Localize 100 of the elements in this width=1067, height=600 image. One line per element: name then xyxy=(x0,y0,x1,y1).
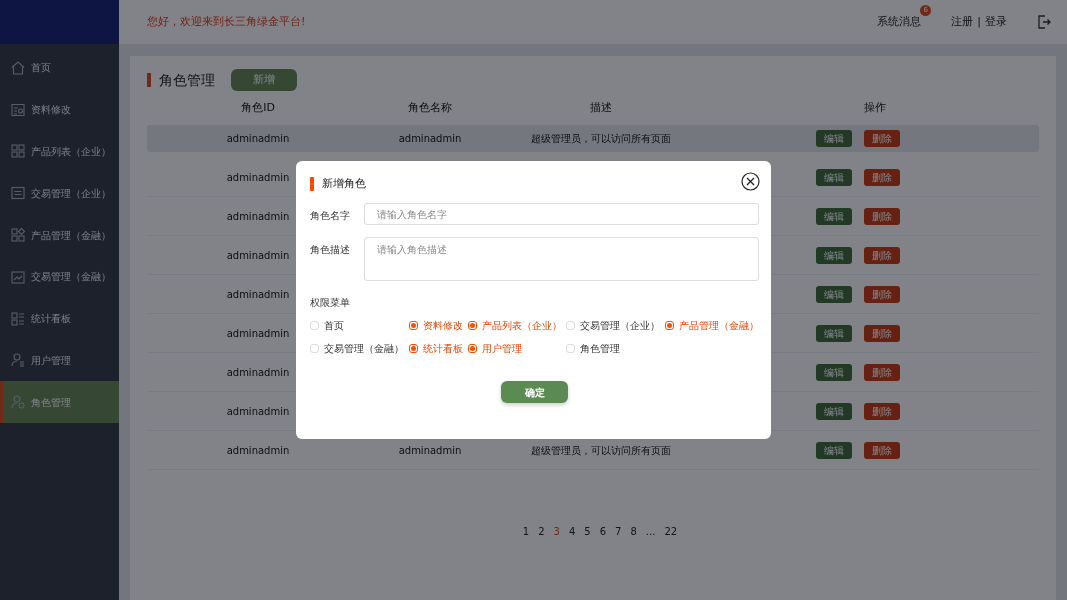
column-header: 角色名称 xyxy=(407,100,453,117)
checkbox-label: 产品管理（金融） xyxy=(679,319,759,333)
sidebar-label: 产品管理（金融） xyxy=(31,228,111,243)
permissions-label: 权限菜单 xyxy=(310,296,351,310)
edit-button[interactable]: 编辑 xyxy=(816,246,852,264)
page-link[interactable]: 7 xyxy=(613,524,624,539)
checkbox[interactable] xyxy=(467,321,477,330)
checkbox-label: 角色管理 xyxy=(580,342,621,356)
checkbox-label: 资料修改 xyxy=(422,319,463,333)
grid-icon xyxy=(10,143,26,160)
sidebar-label: 资料修改 xyxy=(31,103,71,118)
close-button[interactable] xyxy=(741,172,760,191)
table-cell: adminadmin xyxy=(226,249,290,261)
edit-button[interactable]: 编辑 xyxy=(816,168,852,186)
logout-icon[interactable] xyxy=(1037,15,1051,29)
table-cell: 超级管理员，可以访问所有页面 xyxy=(531,133,671,144)
sidebar-label: 角色管理 xyxy=(31,395,71,410)
delete-button[interactable]: 删除 xyxy=(864,324,900,342)
table-cell: adminadmin xyxy=(226,133,290,144)
field-label: 角色名字 xyxy=(310,209,351,223)
register-link[interactable]: 注册 xyxy=(951,13,974,31)
grid-icon xyxy=(10,227,26,244)
table-cell: adminadmin xyxy=(226,444,290,456)
description-field[interactable]: 请输入角色描述 xyxy=(364,237,759,281)
sidebar-label: 产品列表（企业） xyxy=(31,145,111,159)
delete-button[interactable]: 删除 xyxy=(864,207,900,225)
delete-button[interactable]: 删除 xyxy=(864,168,900,186)
checkbox[interactable] xyxy=(408,321,418,330)
page-link[interactable]: 1 xyxy=(520,524,532,539)
sidebar-label: 用户管理 xyxy=(31,353,71,368)
checkbox-label: 统计看板 xyxy=(422,342,463,356)
page-link[interactable]: 6 xyxy=(597,524,609,539)
login-link[interactable]: 登录 xyxy=(985,13,1007,31)
column-header: 角色ID xyxy=(240,100,276,117)
table-cell: adminadmin xyxy=(226,288,290,300)
separator: | xyxy=(977,13,981,30)
delete-button[interactable]: 删除 xyxy=(864,246,900,264)
page-link[interactable]: ... xyxy=(643,524,658,539)
page-link[interactable]: 8 xyxy=(628,524,639,539)
page-link[interactable]: 22 xyxy=(662,524,680,539)
edit-button[interactable]: 编辑 xyxy=(816,207,852,225)
field-label: 角色描述 xyxy=(310,243,351,257)
messages-link[interactable]: 系统消息 xyxy=(877,14,922,28)
edit-button[interactable]: 编辑 xyxy=(816,363,852,381)
column-header: 描述 xyxy=(589,100,613,117)
chart-icon xyxy=(10,268,26,285)
table-cell: adminadmin xyxy=(226,366,290,378)
delete-button[interactable]: 删除 xyxy=(864,363,900,381)
checkbox-label: 交易管理（企业） xyxy=(580,319,661,333)
page-title: 角色管理 xyxy=(147,73,215,87)
document-icon xyxy=(10,101,26,118)
sidebar-label: 交易管理（金融） xyxy=(31,270,111,285)
sidebar-item[interactable]: 交易管理（企业） xyxy=(0,172,119,215)
checkbox[interactable] xyxy=(408,344,418,353)
table-cell: adminadmin xyxy=(226,171,290,183)
home-icon xyxy=(10,59,26,76)
greeting: 您好，欢迎来到长三角绿金平台! xyxy=(147,13,306,30)
delete-button[interactable]: 删除 xyxy=(864,402,900,420)
column-header: 操作 xyxy=(863,100,887,117)
delete-button[interactable]: 删除 xyxy=(864,130,900,147)
table-cell: adminadmin xyxy=(226,327,290,339)
delete-button[interactable]: 删除 xyxy=(864,285,900,303)
sidebar-label: 统计看板 xyxy=(31,312,71,327)
table-cell: adminadmin xyxy=(226,210,290,222)
sidebar-item[interactable]: 产品列表（企业） xyxy=(0,130,119,173)
sidebar-item[interactable]: 资料修改 xyxy=(0,88,119,131)
sidebar-item[interactable]: 产品管理（金融） xyxy=(0,214,119,256)
table-cell: 超级管理员，可以访问所有页面 xyxy=(531,444,671,456)
edit-button[interactable]: 编辑 xyxy=(816,285,852,303)
checkbox-label: 交易管理（金融） xyxy=(324,342,404,356)
name-field[interactable]: 请输入角色名字 xyxy=(364,203,759,225)
checkbox-label: 首页 xyxy=(324,319,344,333)
table-cell: adminadmin xyxy=(398,444,462,456)
add-button[interactable]: 新增 xyxy=(231,69,297,91)
user-icon xyxy=(10,352,26,369)
sidebar-item[interactable]: 首页 xyxy=(0,47,119,89)
checkbox[interactable] xyxy=(467,344,477,353)
checkbox[interactable] xyxy=(665,321,674,330)
delete-button[interactable]: 删除 xyxy=(864,441,900,459)
confirm-button[interactable]: 确定 xyxy=(501,381,568,403)
sidebar-label: 首页 xyxy=(31,61,51,76)
edit-button[interactable]: 编辑 xyxy=(816,441,852,459)
edit-button[interactable]: 编辑 xyxy=(816,402,852,420)
sidebar-item[interactable]: 角色管理 xyxy=(0,381,119,424)
edit-button[interactable]: 编辑 xyxy=(816,130,852,147)
page-link[interactable]: 5 xyxy=(582,524,593,539)
dashboard-icon xyxy=(10,310,26,327)
page-link[interactable]: 3 xyxy=(551,524,562,539)
table-cell: adminadmin xyxy=(398,133,462,144)
edit-button[interactable]: 编辑 xyxy=(816,324,852,342)
page-link[interactable]: 2 xyxy=(536,524,547,539)
checkbox-label: 产品列表（企业） xyxy=(481,319,562,333)
sidebar-label: 交易管理（企业） xyxy=(31,186,111,201)
list-icon xyxy=(10,185,26,202)
table-cell: adminadmin xyxy=(226,405,290,417)
sidebar-item[interactable]: 统计看板 xyxy=(0,297,119,340)
sidebar-item[interactable]: 交易管理（金融） xyxy=(0,256,119,298)
page-link[interactable]: 4 xyxy=(567,524,578,539)
user-icon xyxy=(10,394,26,411)
checkbox-label: 用户管理 xyxy=(481,342,522,356)
